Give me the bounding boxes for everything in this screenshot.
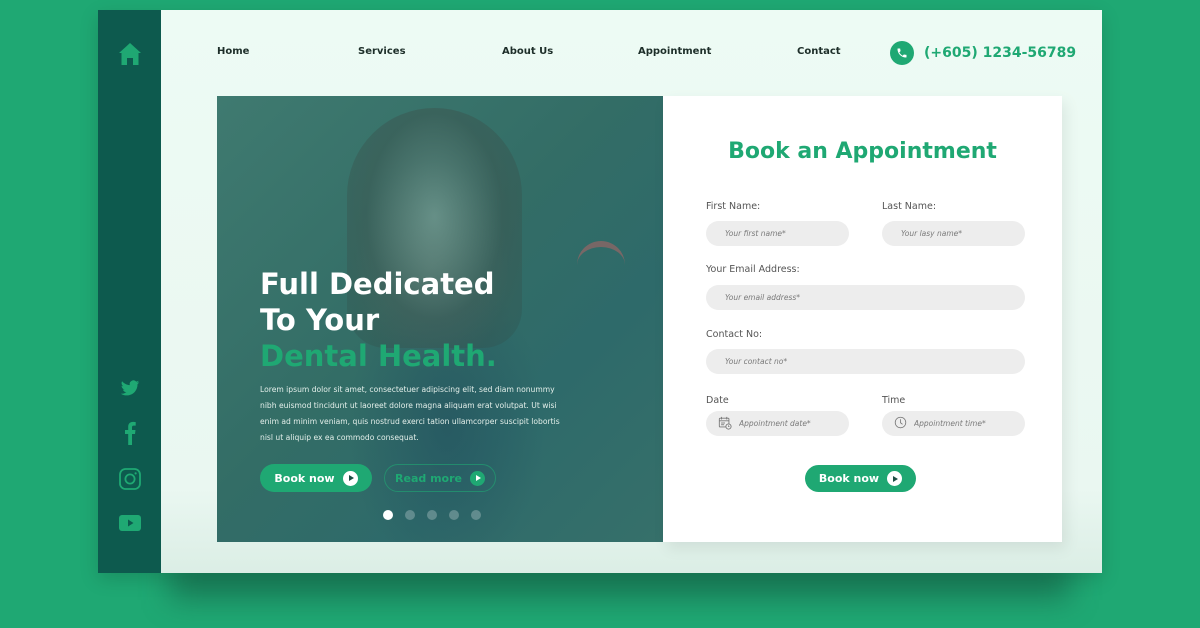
hero-title-line1: Full Dedicated	[260, 267, 495, 301]
last-name-input[interactable]	[901, 229, 1025, 238]
youtube-icon[interactable]	[98, 510, 161, 536]
first-name-input[interactable]	[725, 229, 849, 238]
date-label: Date	[706, 395, 729, 406]
email-input[interactable]	[725, 293, 1025, 302]
slide-dot-3[interactable]	[427, 510, 437, 520]
read-more-label: Read more	[395, 471, 462, 485]
clock-icon	[894, 416, 907, 431]
hero-banner: Full Dedicated To Your Dental Health. Lo…	[217, 96, 663, 542]
hero-description: Lorem ipsum dolor sit amet, consectetuer…	[260, 385, 560, 442]
time-input[interactable]	[914, 419, 1025, 428]
hero-title-line2: To Your	[260, 303, 380, 337]
play-icon	[469, 470, 485, 486]
play-icon	[887, 471, 903, 486]
email-field[interactable]	[706, 285, 1025, 310]
calendar-icon	[718, 416, 732, 432]
last-name-field[interactable]	[882, 221, 1025, 246]
home-icon[interactable]	[98, 38, 161, 70]
sidebar	[98, 10, 161, 573]
facebook-icon[interactable]	[98, 420, 161, 446]
nav-contact[interactable]: Contact	[797, 46, 841, 57]
play-icon	[342, 470, 358, 486]
first-name-label: First Name:	[706, 201, 761, 212]
time-label: Time	[882, 395, 906, 406]
slide-dot-5[interactable]	[471, 510, 481, 520]
website-mockup: Home Services About Us Appointment Conta…	[98, 10, 1102, 573]
read-more-button[interactable]: Read more	[384, 464, 496, 492]
hero-book-now-button[interactable]: Book now	[260, 464, 372, 492]
form-book-now-button[interactable]: Book now	[805, 465, 916, 492]
last-name-label: Last Name:	[882, 201, 937, 212]
time-field[interactable]	[882, 411, 1025, 436]
date-field[interactable]	[706, 411, 849, 436]
nav-about-us[interactable]: About Us	[502, 46, 553, 57]
contact-input[interactable]	[725, 357, 1025, 366]
appointment-form: Book an Appointment First Name: Last Nam…	[663, 96, 1062, 542]
twitter-icon[interactable]	[98, 376, 161, 400]
phone-number: (+605) 1234-56789	[924, 45, 1077, 61]
hero-book-now-label: Book now	[274, 471, 335, 485]
contact-label: Contact No:	[706, 329, 763, 340]
slider-pagination	[383, 510, 481, 520]
hero-title: Full Dedicated To Your Dental Health.	[260, 266, 497, 374]
slide-dot-4[interactable]	[449, 510, 459, 520]
nav-services[interactable]: Services	[358, 46, 406, 57]
first-name-field[interactable]	[706, 221, 849, 246]
slide-dot-1[interactable]	[383, 510, 393, 520]
slide-dot-2[interactable]	[405, 510, 415, 520]
form-book-now-label: Book now	[818, 472, 880, 485]
nav-appointment[interactable]: Appointment	[638, 46, 711, 57]
instagram-icon[interactable]	[98, 466, 161, 492]
date-input[interactable]	[739, 419, 849, 428]
contact-field[interactable]	[706, 349, 1025, 374]
phone-icon	[890, 41, 914, 65]
phone-contact[interactable]: (+605) 1234-56789	[890, 41, 1076, 65]
form-title: Book an Appointment	[728, 139, 997, 164]
hero-title-accent: Dental Health.	[260, 339, 497, 373]
nav-home[interactable]: Home	[217, 46, 249, 57]
email-label: Your Email Address:	[706, 264, 800, 275]
